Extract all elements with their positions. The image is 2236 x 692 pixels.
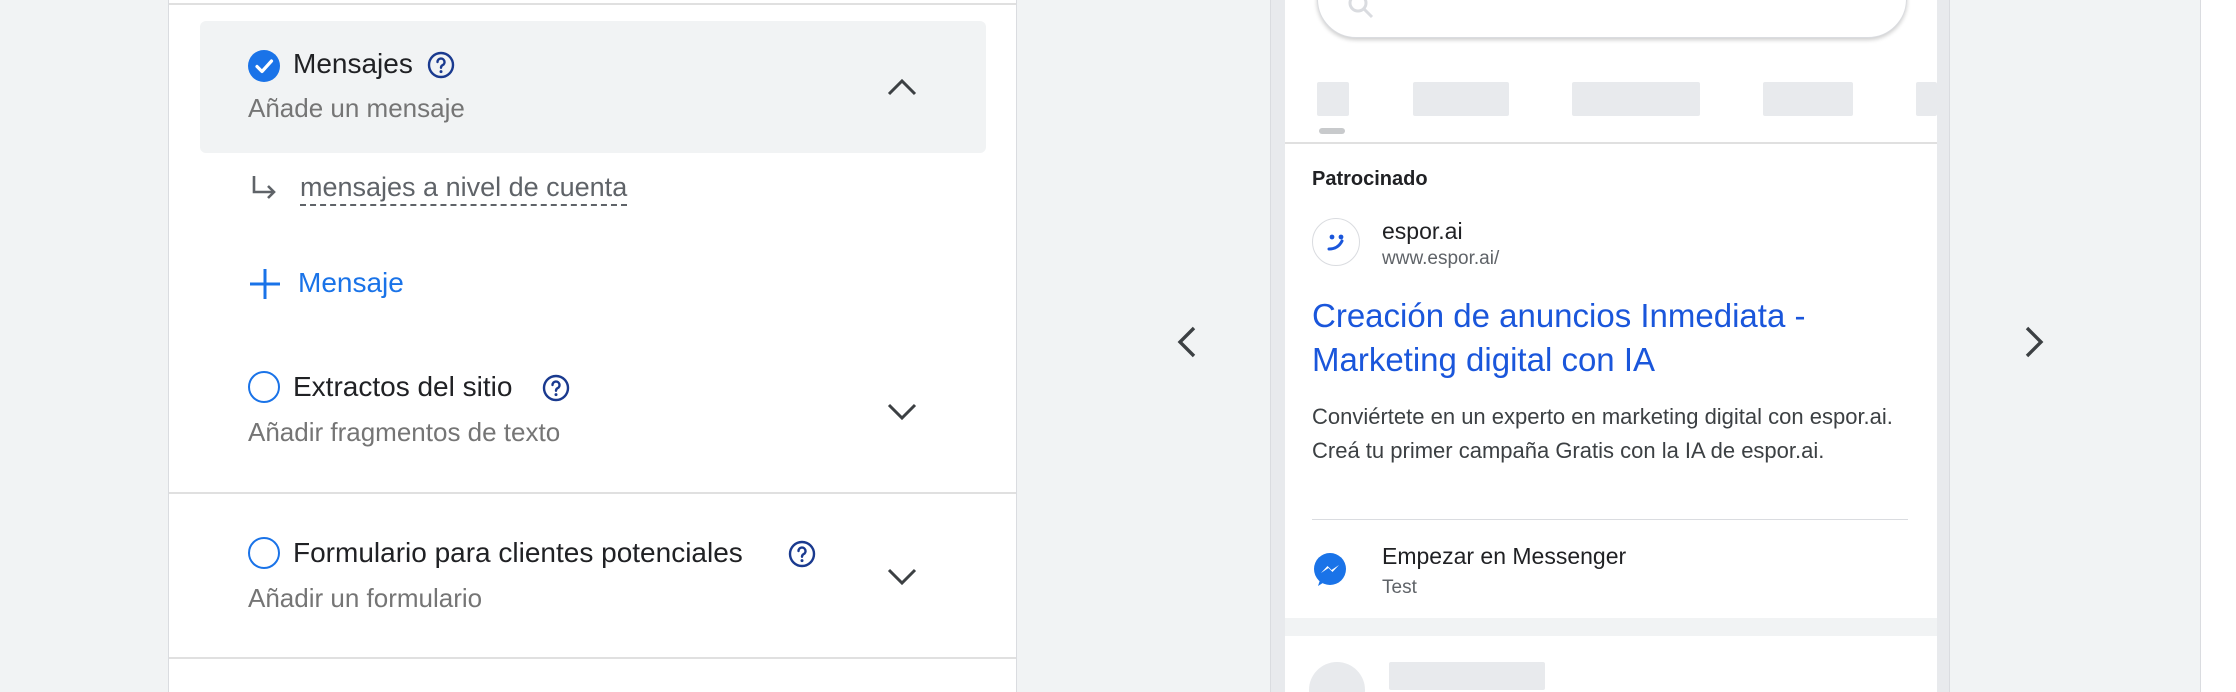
cta-sublabel: Test — [1382, 577, 1417, 598]
skeleton-avatar — [1309, 662, 1365, 692]
section-messages[interactable]: Mensajes Añade un mensaje — [200, 21, 986, 153]
section-title: Mensajes — [293, 48, 413, 79]
ad-headline[interactable]: Creación de anuncios Inmediata - Marketi… — [1312, 294, 1912, 382]
section-divider — [169, 657, 1016, 659]
search-bar — [1317, 0, 1907, 38]
sponsored-label: Patrocinado — [1312, 168, 1428, 190]
ad-description: Conviértete en un experto en marketing d… — [1312, 404, 1893, 463]
next-preview-arrow-icon[interactable] — [2010, 319, 2056, 365]
assets-panel: Mensajes Añade un mensaje mensajes a niv… — [168, 0, 1017, 692]
skeleton-tab — [1317, 82, 1349, 116]
account-level-messages-link[interactable]: mensajes a nivel de cuenta — [300, 172, 628, 206]
display-url: www.espor.ai/ — [1382, 248, 1500, 269]
cta-divider — [1312, 519, 1908, 520]
top-divider — [169, 3, 1016, 5]
section-subtitle: Añade un mensaje — [248, 93, 465, 123]
previous-preview-arrow-icon[interactable] — [1165, 319, 1211, 365]
messenger-icon — [1312, 552, 1348, 588]
section-lead-form[interactable]: Formulario para clientes potenciales Aña… — [169, 510, 1016, 658]
espor-logo-icon — [1312, 218, 1360, 266]
chevron-up-icon[interactable] — [882, 67, 922, 107]
right-panel-edge — [2200, 0, 2236, 692]
chevron-down-icon[interactable] — [882, 391, 922, 431]
phone-divider — [1285, 142, 1937, 144]
help-icon[interactable] — [788, 540, 816, 568]
radio-icon — [248, 537, 280, 569]
phone-screen: Patrocinado espor.ai www.espor.ai/ Creac… — [1285, 0, 1937, 692]
help-icon[interactable] — [427, 51, 455, 79]
section-title: Formulario para clientes potenciales — [293, 537, 743, 568]
skeleton-tab — [1572, 82, 1700, 116]
ad-preview-phone: Patrocinado espor.ai www.espor.ai/ Creac… — [1270, 0, 1950, 692]
advertiser-name: espor.ai — [1382, 218, 1463, 244]
radio-icon — [248, 371, 280, 403]
section-title: Extractos del sitio — [293, 371, 513, 402]
skeleton-line — [1389, 662, 1545, 690]
chevron-down-icon[interactable] — [882, 556, 922, 596]
section-subtitle: Añadir un formulario — [248, 583, 483, 613]
section-divider — [169, 492, 1016, 494]
plus-icon[interactable] — [247, 266, 283, 302]
skeleton-tab — [1916, 82, 1937, 116]
skeleton-tab — [1763, 82, 1853, 116]
add-message-button[interactable]: Mensaje — [298, 267, 404, 299]
skeleton-tab — [1413, 82, 1509, 116]
result-separator — [1285, 618, 1937, 636]
skeleton-underline — [1319, 128, 1345, 134]
search-icon — [1346, 0, 1376, 25]
section-subtitle: Añadir fragmentos de texto — [248, 417, 561, 447]
cta-label[interactable]: Empezar en Messenger — [1382, 543, 1626, 570]
checked-icon — [248, 50, 280, 82]
section-sitelinks[interactable]: Extractos del sitio Añadir fragmentos de… — [169, 345, 1016, 493]
help-icon[interactable] — [542, 374, 570, 402]
subdirectory-arrow-icon — [248, 172, 282, 206]
